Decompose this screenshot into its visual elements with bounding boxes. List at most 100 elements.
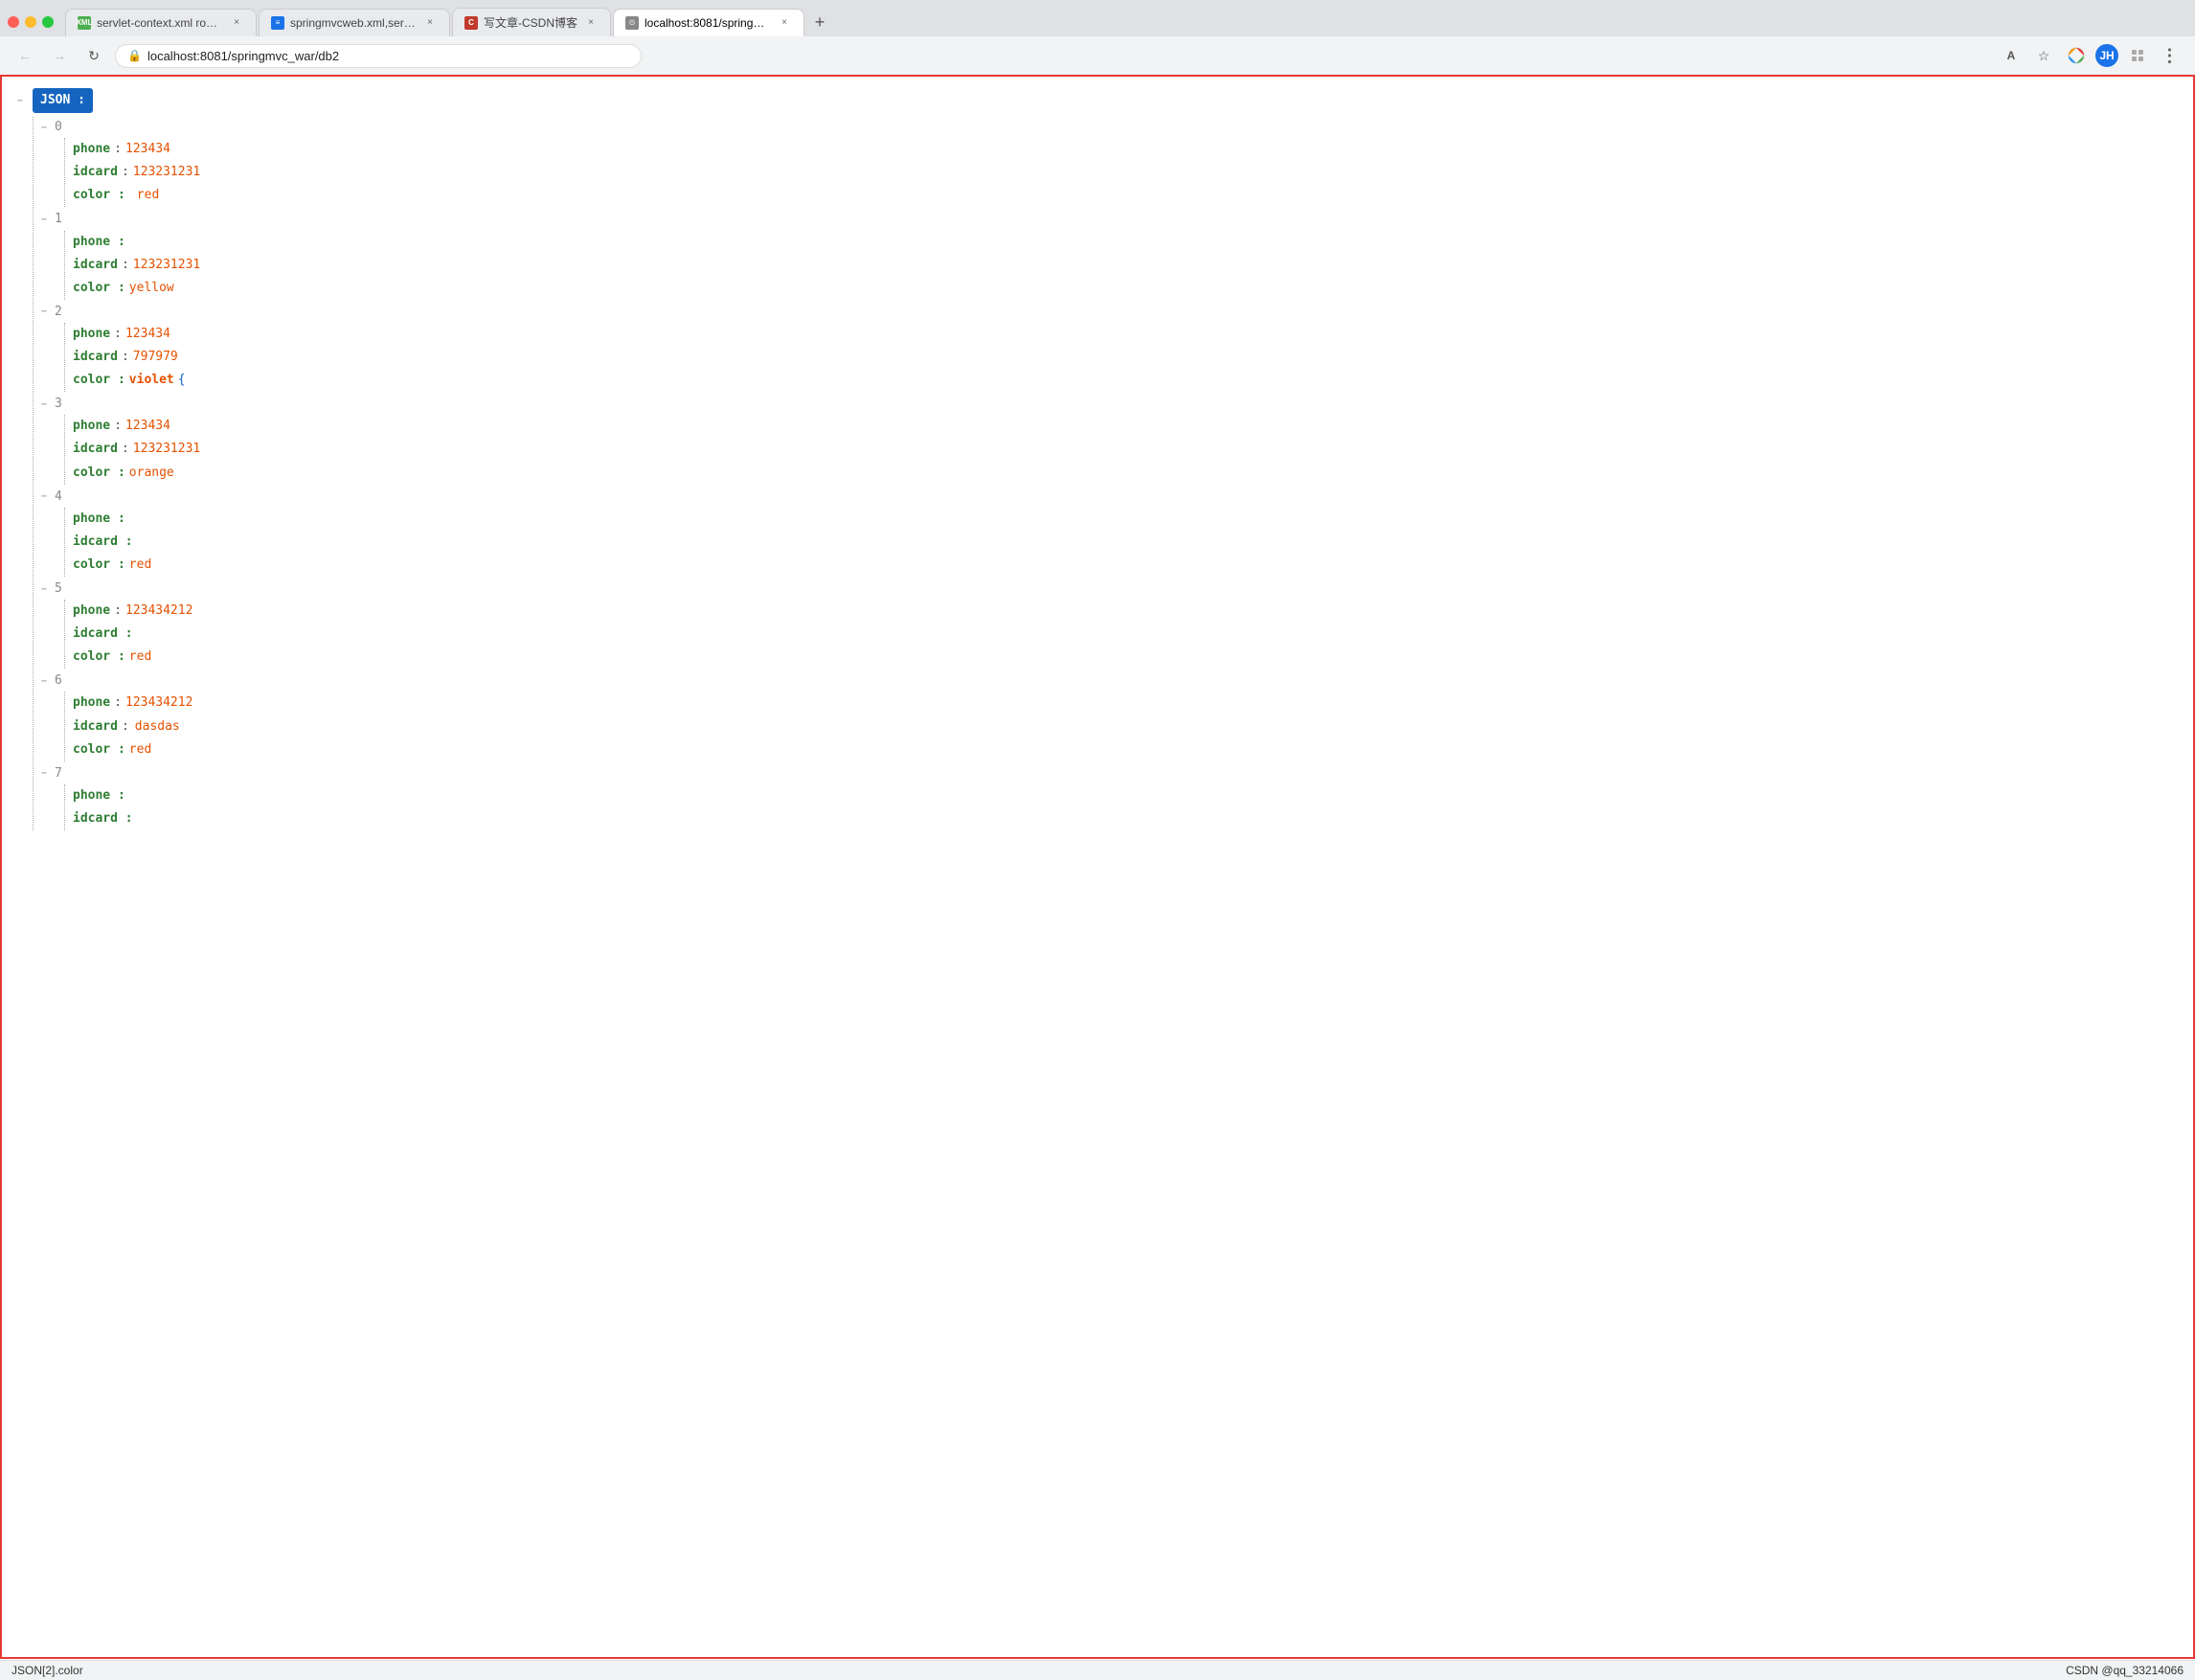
item-6-phone-row: phone : 123434212 bbox=[73, 692, 2178, 715]
tab-4-label: localhost:8081/springmvc_wa... bbox=[645, 16, 771, 30]
tab-2-close[interactable]: × bbox=[422, 15, 438, 31]
traffic-lights bbox=[8, 16, 54, 28]
traffic-light-yellow[interactable] bbox=[25, 16, 36, 28]
item-4-phone-row: phone : bbox=[73, 508, 2178, 531]
item-1-color-row: color : yellow bbox=[73, 277, 2178, 300]
item-7-phone-key: phone : bbox=[73, 785, 125, 806]
item-5-idcard-key: idcard : bbox=[73, 624, 133, 645]
item-1-phone-key: phone : bbox=[73, 232, 125, 253]
tab-1-close[interactable]: × bbox=[229, 15, 244, 31]
tab-1[interactable]: XML servlet-context.xml root-cont... × bbox=[65, 9, 257, 36]
item-2-collapse[interactable]: − bbox=[41, 304, 47, 320]
item-1-color-value: yellow bbox=[129, 278, 174, 299]
item-2-color-key: color : bbox=[73, 370, 125, 391]
item-3-phone-value: 123434 bbox=[125, 416, 170, 437]
traffic-light-red[interactable] bbox=[8, 16, 19, 28]
json-item-4: − 4 phone : idcard : color : red bbox=[41, 487, 2178, 577]
item-7-collapse[interactable]: − bbox=[41, 765, 47, 782]
item-6-color-row: color : red bbox=[73, 738, 2178, 761]
json-item-6: − 6 phone : 123434212 idcard : dasdas co… bbox=[41, 670, 2178, 761]
tab-3[interactable]: C 写文章-CSDN博客 × bbox=[452, 8, 611, 36]
tab-2[interactable]: ≡ springmvcweb.xml,servlet-co... × bbox=[259, 9, 450, 36]
item-1-index: 1 bbox=[55, 209, 62, 230]
item-3-props: phone : 123434 idcard : 123231231 color … bbox=[64, 415, 2178, 484]
item-6-collapse[interactable]: − bbox=[41, 673, 47, 690]
item-2-phone-key: phone bbox=[73, 324, 110, 345]
json-item-5: − 5 phone : 123434212 idcard : color : r… bbox=[41, 579, 2178, 669]
json-item-7: − 7 phone : idcard : bbox=[41, 763, 2178, 830]
new-tab-button[interactable]: + bbox=[806, 9, 833, 35]
item-5-phone-row: phone : 123434212 bbox=[73, 600, 2178, 623]
item-0-idcard-row: idcard : 123231231 bbox=[73, 161, 2178, 184]
root-collapse-btn[interactable]: − bbox=[17, 93, 23, 109]
item-6-idcard-value: dasdas bbox=[135, 716, 180, 738]
item-0-collapse[interactable]: − bbox=[41, 120, 47, 136]
tab-2-favicon: ≡ bbox=[271, 16, 284, 30]
json-item-3: − 3 phone : 123434 idcard : 123231231 co… bbox=[41, 394, 2178, 484]
item-2-idcard-value: 797979 bbox=[133, 347, 178, 368]
item-6-props: phone : 123434212 idcard : dasdas color … bbox=[64, 692, 2178, 761]
item-2-color-value: violet bbox=[129, 370, 174, 391]
item-0-color-value: red bbox=[137, 185, 159, 206]
item-7-phone-row: phone : bbox=[73, 784, 2178, 807]
item-2-phone-row: phone : 123434 bbox=[73, 323, 2178, 346]
item-5-color-value: red bbox=[129, 647, 151, 668]
item-1-collapse[interactable]: − bbox=[41, 212, 47, 228]
item-3-idcard-value: 123231231 bbox=[133, 439, 200, 460]
item-7-index: 7 bbox=[55, 763, 62, 784]
item-4-color-row: color : red bbox=[73, 554, 2178, 577]
back-button[interactable]: ← bbox=[11, 42, 38, 69]
tab-1-favicon: XML bbox=[78, 16, 91, 30]
forward-button[interactable]: → bbox=[46, 42, 73, 69]
item-2-bracket: { bbox=[178, 370, 186, 391]
tab-4[interactable]: ⊙ localhost:8081/springmvc_wa... × bbox=[613, 9, 804, 36]
item-3-idcard-key: idcard bbox=[73, 439, 118, 460]
item-1-idcard-key: idcard bbox=[73, 255, 118, 276]
json-root: − JSON : bbox=[17, 88, 2178, 113]
item-2-index: 2 bbox=[55, 302, 62, 323]
item-6-phone-value: 123434212 bbox=[125, 692, 192, 714]
item-5-props: phone : 123434212 idcard : color : red bbox=[64, 600, 2178, 669]
item-3-color-key: color : bbox=[73, 463, 125, 484]
item-1-idcard-row: idcard : 123231231 bbox=[73, 254, 2178, 277]
json-root-label[interactable]: JSON : bbox=[33, 88, 93, 113]
tab-2-label: springmvcweb.xml,servlet-co... bbox=[290, 16, 417, 30]
item-2-header: − 2 bbox=[41, 302, 2178, 323]
item-4-idcard-key: idcard : bbox=[73, 532, 133, 553]
tab-3-label: 写文章-CSDN博客 bbox=[484, 14, 577, 31]
tab-3-close[interactable]: × bbox=[583, 15, 599, 31]
item-5-collapse[interactable]: − bbox=[41, 581, 47, 598]
item-5-color-row: color : red bbox=[73, 646, 2178, 669]
menu-icon[interactable]: ⋮ bbox=[2157, 42, 2184, 69]
refresh-button[interactable]: ↻ bbox=[80, 42, 107, 69]
extension-icon[interactable] bbox=[2124, 42, 2151, 69]
tab-1-label: servlet-context.xml root-cont... bbox=[97, 16, 223, 30]
item-0-header: − 0 bbox=[41, 117, 2178, 138]
json-array: − 0 phone : 123434 idcard : 123231231 co… bbox=[33, 117, 2178, 830]
item-3-header: − 3 bbox=[41, 394, 2178, 415]
item-1-header: − 1 bbox=[41, 209, 2178, 230]
item-0-phone-row: phone : 123434 bbox=[73, 138, 2178, 161]
color-wheel-icon[interactable] bbox=[2063, 42, 2090, 69]
nav-actions: A ☆ JH ⋮ bbox=[1998, 42, 2184, 69]
address-text: localhost:8081/springmvc_war/db2 bbox=[147, 49, 339, 63]
translate-icon[interactable]: A bbox=[1998, 42, 2025, 69]
item-6-idcard-row: idcard : dasdas bbox=[73, 715, 2178, 738]
item-3-collapse[interactable]: − bbox=[41, 397, 47, 413]
item-0-phone-key: phone bbox=[73, 139, 110, 160]
star-icon[interactable]: ☆ bbox=[2030, 42, 2057, 69]
item-5-color-key: color : bbox=[73, 647, 125, 668]
item-3-idcard-row: idcard : 123231231 bbox=[73, 438, 2178, 461]
address-bar[interactable]: 🔒 localhost:8081/springmvc_war/db2 bbox=[115, 44, 642, 68]
profile-icon[interactable]: JH bbox=[2095, 44, 2118, 67]
tab-4-close[interactable]: × bbox=[777, 15, 792, 31]
item-0-props: phone : 123434 idcard : 123231231 color … bbox=[64, 138, 2178, 207]
item-2-props: phone : 123434 idcard : 797979 color : v… bbox=[64, 323, 2178, 392]
item-6-color-key: color : bbox=[73, 739, 125, 761]
traffic-light-green[interactable] bbox=[42, 16, 54, 28]
item-0-phone-value: 123434 bbox=[125, 139, 170, 160]
status-right: CSDN @qq_33214066 bbox=[2066, 1664, 2184, 1677]
json-item-1: − 1 phone : idcard : 123231231 color : y… bbox=[41, 209, 2178, 299]
item-3-index: 3 bbox=[55, 394, 62, 415]
item-4-collapse[interactable]: − bbox=[41, 488, 47, 505]
